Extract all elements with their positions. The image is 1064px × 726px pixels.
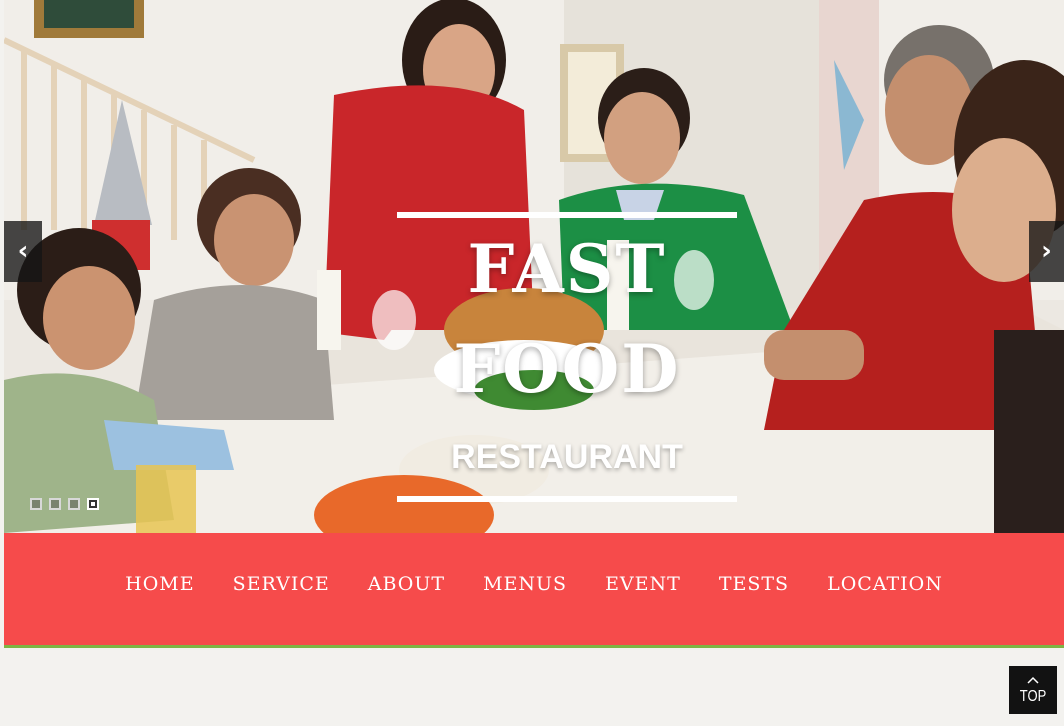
back-to-top-label: TOP [1019, 686, 1047, 705]
slide-dot-4-active[interactable] [87, 498, 99, 510]
slider-next-button[interactable]: › [1029, 221, 1064, 282]
hero-title-line-1: FAST [467, 230, 667, 308]
hero-subtitle: RESTAURANT [451, 438, 683, 476]
nav-item-menus[interactable]: MENUS [483, 573, 567, 595]
slide-dot-2[interactable] [49, 498, 61, 510]
nav-item-event[interactable]: EVENT [605, 573, 681, 595]
nav-item-location[interactable]: LOCATION [827, 573, 943, 595]
nav-menu: HOME SERVICE ABOUT MENUS EVENT TESTS LOCATION [4, 573, 1064, 595]
nav-item-tests[interactable]: TESTS [719, 573, 789, 595]
main-navigation: HOME SERVICE ABOUT MENUS EVENT TESTS LOCATION [4, 533, 1064, 648]
nav-item-about[interactable]: ABOUT [368, 573, 445, 595]
chevron-up-icon [1027, 676, 1039, 684]
caption-bottom-rule [397, 496, 737, 502]
back-to-top-button[interactable]: TOP [1009, 666, 1057, 714]
hero-caption: FAST FOOD RESTAURANT [397, 212, 737, 502]
content-section [4, 651, 1064, 726]
chevron-right-icon: › [1041, 236, 1052, 266]
page: FAST FOOD RESTAURANT ‹ › HOME SERVICE ABOU… [0, 0, 1064, 726]
nav-item-service[interactable]: SERVICE [233, 573, 330, 595]
slider-prev-button[interactable]: ‹ [4, 221, 42, 282]
caption-top-rule [397, 212, 737, 218]
hero-title-line-2: FOOD [453, 330, 681, 408]
slide-dot-3[interactable] [68, 498, 80, 510]
hero-slider: FAST FOOD RESTAURANT [4, 0, 1064, 533]
slider-pagination [30, 497, 106, 511]
chevron-left-icon: ‹ [17, 236, 29, 266]
nav-item-home[interactable]: HOME [125, 573, 194, 595]
slide-dot-1[interactable] [30, 498, 42, 510]
